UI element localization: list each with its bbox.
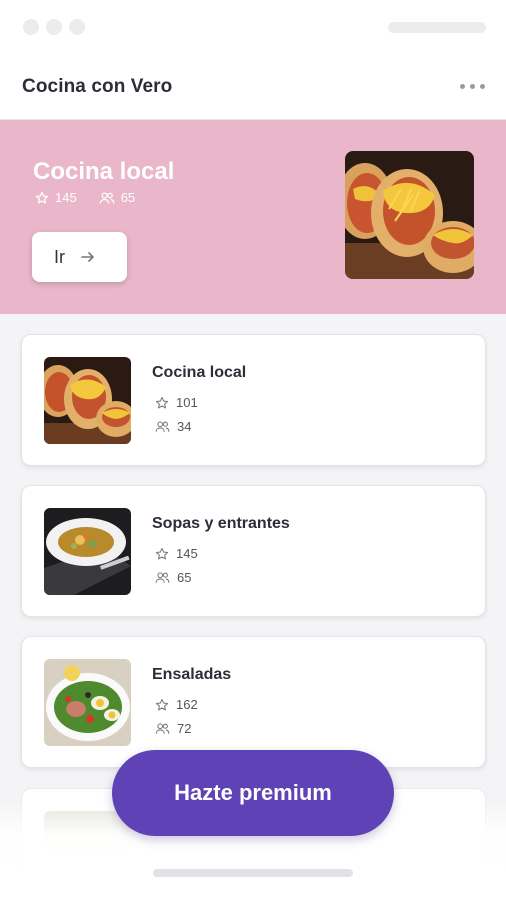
category-users-count: 65 bbox=[177, 570, 192, 585]
window-dot bbox=[46, 19, 62, 35]
window-bar-pill bbox=[388, 22, 486, 33]
category-title: Ensaladas bbox=[152, 666, 232, 683]
arrow-right-icon bbox=[81, 252, 94, 262]
home-indicator bbox=[153, 869, 353, 877]
category-image bbox=[44, 659, 131, 746]
users-icon bbox=[155, 723, 170, 734]
hero-stars: 145 bbox=[35, 190, 77, 205]
hero-users-count: 65 bbox=[120, 190, 136, 205]
category-users: 34 bbox=[155, 419, 191, 434]
hero-users: 65 bbox=[99, 190, 135, 205]
category-stars: 145 bbox=[155, 546, 198, 561]
hero-food-image bbox=[345, 151, 474, 279]
category-title: Sopas y entrantes bbox=[152, 515, 290, 532]
category-stars: 162 bbox=[155, 697, 198, 712]
category-card[interactable]: Ensaladas 162 72 bbox=[21, 636, 486, 768]
hero-title: Cocina local bbox=[33, 158, 175, 185]
star-icon bbox=[155, 698, 169, 710]
hero-stars-count: 145 bbox=[55, 190, 77, 205]
category-users-count: 34 bbox=[177, 419, 192, 434]
star-icon bbox=[35, 191, 49, 204]
star-icon bbox=[155, 396, 169, 408]
category-image bbox=[44, 508, 131, 595]
category-card[interactable]: Cocina local 101 34 bbox=[21, 334, 486, 466]
app-header: Cocina con Vero bbox=[0, 56, 506, 120]
category-card[interactable]: Sopas y entrantes 145 65 bbox=[21, 485, 486, 617]
users-icon bbox=[155, 421, 170, 432]
category-users: 65 bbox=[155, 570, 191, 585]
hero-go-label: Ir bbox=[54, 246, 65, 267]
category-stars-count: 162 bbox=[176, 697, 198, 712]
category-users-count: 72 bbox=[177, 721, 192, 736]
hero-stats: 145 65 bbox=[35, 190, 157, 205]
category-stars-count: 101 bbox=[176, 395, 198, 410]
users-icon bbox=[155, 572, 170, 583]
premium-button[interactable]: Hazte premium bbox=[112, 750, 394, 836]
window-dot bbox=[23, 19, 39, 35]
more-icon[interactable] bbox=[460, 82, 488, 92]
category-title: Cocina local bbox=[152, 364, 247, 381]
hero-go-button[interactable]: Ir bbox=[32, 232, 127, 282]
category-users: 72 bbox=[155, 721, 191, 736]
window-title-bar bbox=[0, 0, 506, 56]
category-stars-count: 145 bbox=[176, 546, 198, 561]
app-title: Cocina con Vero bbox=[22, 76, 173, 97]
window-dot bbox=[69, 19, 85, 35]
star-icon bbox=[155, 547, 169, 559]
users-icon bbox=[99, 191, 115, 204]
category-image bbox=[44, 357, 131, 444]
category-stars: 101 bbox=[155, 395, 198, 410]
